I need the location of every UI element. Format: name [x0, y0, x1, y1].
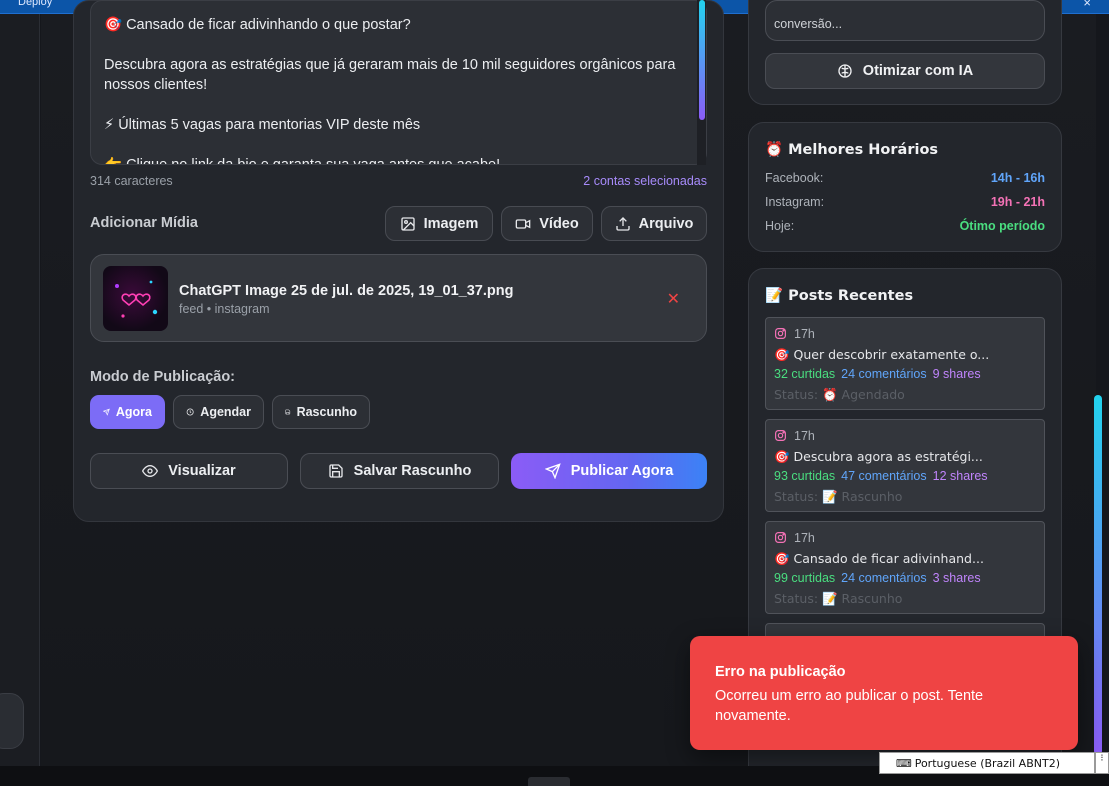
- keyboard-icon: ⌨: [895, 756, 912, 770]
- post-likes: 99 curtidas: [774, 571, 836, 585]
- post-likes: 32 curtidas: [774, 367, 836, 381]
- error-toast: Erro na publicação Ocorreu um erro ao pu…: [690, 636, 1078, 750]
- publish-mode-label: Modo de Publicação:: [90, 369, 236, 385]
- mode-schedule-label: Agendar: [200, 405, 251, 419]
- page-scrollbar[interactable]: [1094, 395, 1102, 755]
- post-status: Status: 📝 Rascunho: [774, 591, 903, 606]
- ime-options-icon[interactable]: ⁝: [1095, 752, 1109, 774]
- mode-draft-button[interactable]: Rascunho: [272, 395, 370, 429]
- best-time-label: Instagram:: [765, 195, 825, 209]
- best-time-label: Hoje:: [765, 219, 795, 233]
- mode-now-label: Agora: [115, 405, 152, 419]
- brain-icon: [838, 64, 852, 78]
- post-shares: 12 shares: [932, 469, 988, 483]
- keyboard-layout-label: Portuguese (Brazil ABNT2): [914, 756, 1060, 770]
- preview-label: Visualizar: [168, 463, 236, 479]
- post-preview-text: 🎯 Quer descobrir exatamente o...: [774, 347, 990, 362]
- post-line-4: 👉 Clique no link da bio e garanta sua va…: [104, 157, 501, 165]
- best-time-value: Ótimo período: [959, 219, 1045, 233]
- recent-post-item[interactable]: 17h 🎯 Descubra agora as estratégi... 93 …: [765, 419, 1045, 512]
- attachment-type: feed • instagram: [179, 302, 270, 316]
- recent-post-item[interactable]: 17h 🎯 Quer descobrir exatamente o... 32 …: [765, 317, 1045, 410]
- post-time: 17h: [794, 531, 815, 545]
- save-icon: [285, 409, 291, 415]
- post-shares: 3 shares: [932, 571, 981, 585]
- upload-icon: [615, 216, 630, 231]
- recent-post-item[interactable]: 17h 🎯 Cansado de ficar adivinhand... 99 …: [765, 521, 1045, 614]
- mode-now-button[interactable]: Agora: [90, 395, 165, 429]
- eye-icon: [142, 464, 159, 478]
- post-preview-text: 🎯 Cansado de ficar adivinhand...: [774, 551, 984, 566]
- post-line-2: Descubra agora as estratégias que já ger…: [104, 57, 676, 93]
- toast-message: Ocorreu um erro ao publicar o post. Tent…: [715, 688, 984, 724]
- save-draft-label: Salvar Rascunho: [353, 463, 472, 479]
- best-time-label: Facebook:: [765, 171, 824, 185]
- post-likes: 93 curtidas: [774, 469, 836, 483]
- add-video-button[interactable]: Vídeo: [501, 206, 593, 241]
- post-status: Status: 📝 Rascunho: [774, 489, 903, 504]
- post-comments: 47 comentários: [841, 469, 927, 483]
- attachment-thumbnail: [103, 266, 168, 331]
- video-icon: [515, 218, 531, 229]
- post-text-area[interactable]: 🎯 Cansado de ficar adivinhando o que pos…: [90, 0, 707, 165]
- post-comments: 24 comentários: [841, 571, 927, 585]
- post-stats: 93 curtidas 47 comentários 12 shares: [774, 469, 988, 483]
- accounts-selected-count[interactable]: 2 contas selecionadas: [583, 174, 707, 188]
- publish-now-button[interactable]: Publicar Agora: [511, 453, 707, 489]
- optimize-ai-button[interactable]: Otimizar com IA: [765, 53, 1045, 89]
- keyboard-layout-indicator[interactable]: ⌨ Portuguese (Brazil ABNT2): [879, 752, 1095, 774]
- best-time-value: 19h - 21h: [990, 195, 1045, 209]
- ai-suggestion-text: conversão...: [774, 17, 843, 31]
- instagram-icon: [775, 328, 786, 339]
- post-stats: 32 curtidas 24 comentários 9 shares: [774, 367, 981, 381]
- instagram-icon: [775, 532, 786, 543]
- character-count: 314 caracteres: [90, 174, 173, 188]
- post-line-1: 🎯 Cansado de ficar adivinhando o que pos…: [104, 17, 411, 33]
- add-media-label: Adicionar Mídia: [90, 215, 198, 231]
- add-video-label: Vídeo: [539, 215, 579, 232]
- post-status: Status: ⏰ Agendado: [774, 387, 905, 402]
- mode-schedule-button[interactable]: Agendar: [173, 395, 264, 429]
- recent-posts-title: 📝 Posts Recentes: [765, 288, 914, 304]
- add-file-button[interactable]: Arquivo: [601, 206, 707, 241]
- add-image-button[interactable]: Imagem: [385, 206, 493, 241]
- media-attachment: ChatGPT Image 25 de jul. de 2025, 19_01_…: [90, 254, 707, 342]
- deploy-label[interactable]: Deploy: [18, 0, 52, 8]
- close-icon[interactable]: ×: [1083, 0, 1091, 10]
- best-times-title: ⏰ Melhores Horários: [765, 142, 939, 158]
- send-icon: [103, 408, 110, 416]
- optimize-ai-label: Otimizar com IA: [862, 63, 974, 79]
- sidebar-toggle-button[interactable]: [0, 693, 24, 749]
- clock-icon: [186, 408, 194, 416]
- instagram-icon: [775, 430, 786, 441]
- save-icon: [328, 464, 343, 478]
- preview-button[interactable]: Visualizar: [90, 453, 288, 489]
- text-area-scrollbar-thumb[interactable]: [699, 0, 705, 120]
- attachment-filename: ChatGPT Image 25 de jul. de 2025, 19_01_…: [179, 283, 514, 299]
- send-icon: [544, 463, 561, 479]
- post-preview-text: 🎯 Descubra agora as estratégi...: [774, 449, 983, 464]
- post-time: 17h: [794, 327, 815, 341]
- taskbar-button[interactable]: [528, 777, 570, 786]
- add-file-label: Arquivo: [638, 215, 694, 232]
- post-stats: 99 curtidas 24 comentários 3 shares: [774, 571, 981, 585]
- post-line-3: ⚡ Últimas 5 vagas para mentorias VIP des…: [104, 117, 421, 133]
- toast-title: Erro na publicação: [715, 664, 846, 680]
- best-time-value: 14h - 16h: [990, 171, 1045, 185]
- remove-attachment-icon[interactable]: ✕: [667, 289, 680, 309]
- left-sidebar: [0, 14, 40, 766]
- image-icon: [400, 216, 415, 231]
- post-comments: 24 comentários: [841, 367, 927, 381]
- mode-draft-label: Rascunho: [296, 405, 357, 419]
- publish-now-label: Publicar Agora: [570, 463, 674, 479]
- add-image-label: Imagem: [423, 215, 479, 232]
- save-draft-button[interactable]: Salvar Rascunho: [300, 453, 499, 489]
- post-time: 17h: [794, 429, 815, 443]
- post-shares: 9 shares: [932, 367, 981, 381]
